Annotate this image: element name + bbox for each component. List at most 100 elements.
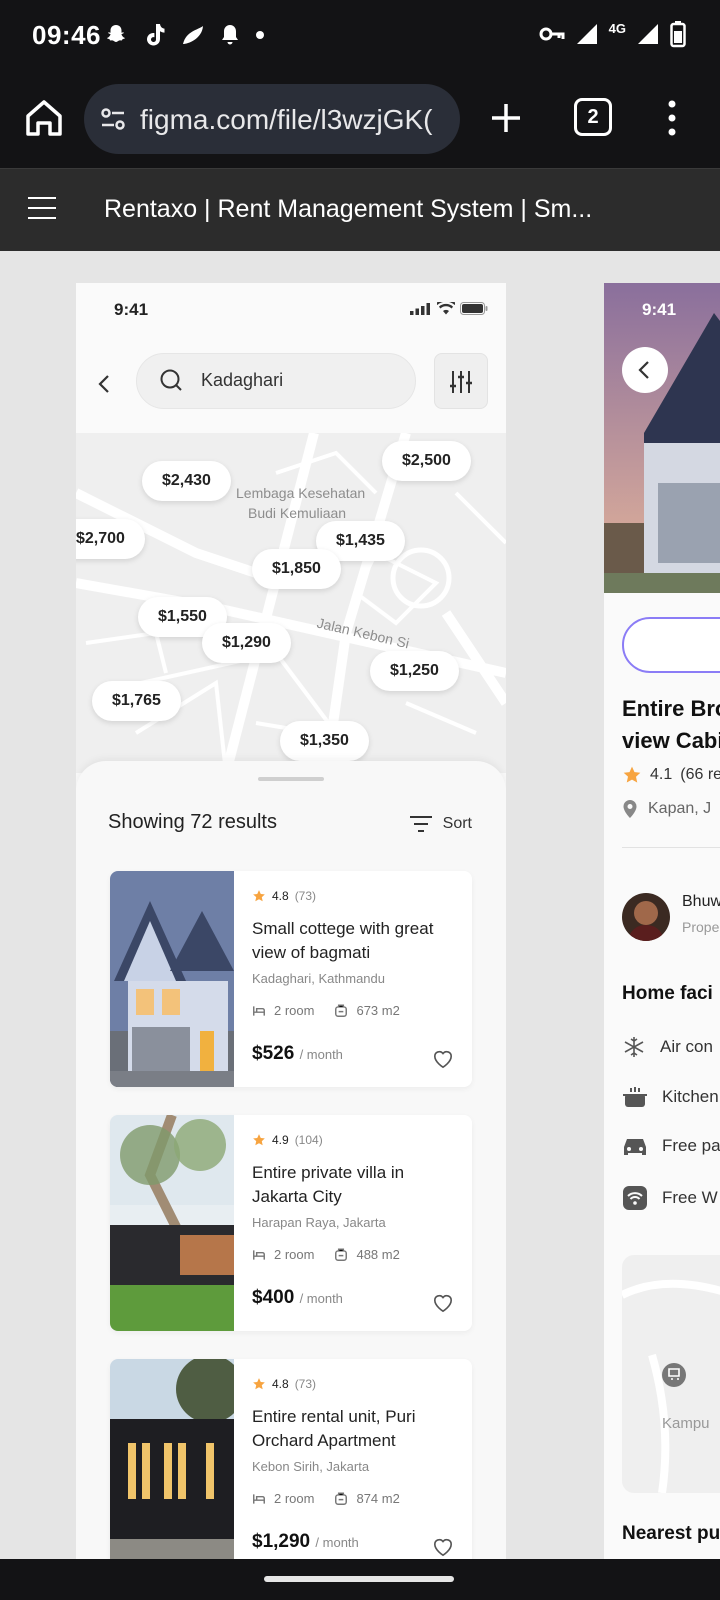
status-time: 09:46 xyxy=(32,20,101,50)
facility-item: Kitchen xyxy=(622,1085,719,1109)
listing-price: $1,290 xyxy=(252,1531,311,1552)
back-icon[interactable] xyxy=(94,369,114,399)
owner-role: Prope xyxy=(682,919,720,935)
property-title-line: view Cabi xyxy=(622,728,720,753)
vpn-key-icon xyxy=(539,27,565,41)
facilities-heading: Home faci xyxy=(622,983,713,1004)
divider xyxy=(622,847,720,848)
property-detail-frame[interactable]: 9:41 Entire Bro view Cabi 4.1 (66 re Kap… xyxy=(604,283,720,1559)
tiktok-icon xyxy=(147,24,165,46)
new-tab-icon[interactable] xyxy=(484,96,528,140)
sort-label: Sort xyxy=(442,815,472,832)
star-icon xyxy=(253,1378,265,1390)
home-gesture-handle[interactable] xyxy=(264,1576,454,1582)
area-icon xyxy=(335,1247,348,1261)
home-icon[interactable] xyxy=(22,96,66,140)
signal-icon xyxy=(576,24,597,44)
sort-button[interactable]: Sort xyxy=(409,815,472,833)
bed-icon xyxy=(253,1005,265,1016)
figma-canvas[interactable]: 9:41 Kadaghari Lembaga Kesehatan Budi Ke… xyxy=(0,251,720,1559)
menu-icon[interactable] xyxy=(28,197,56,221)
results-count: Showing 72 results xyxy=(108,811,277,833)
back-button[interactable] xyxy=(622,347,668,393)
bell-icon xyxy=(222,25,238,45)
tab-switcher-button[interactable]: 2 xyxy=(574,98,612,136)
price-pin[interactable]: $1,290 xyxy=(202,623,291,663)
url-text: figma.com/file/l3wzjGK( xyxy=(140,104,433,135)
price-pin[interactable]: $1,765 xyxy=(92,681,181,721)
property-title: Entire Bro view Cabi xyxy=(622,693,720,757)
url-bar[interactable]: figma.com/file/l3wzjGK( xyxy=(84,84,460,154)
listing-photo-apartment xyxy=(110,1359,234,1559)
battery-icon xyxy=(670,21,686,48)
price-pin[interactable]: $2,430 xyxy=(142,461,231,501)
sheet-drag-handle[interactable] xyxy=(258,777,324,781)
owner-photo xyxy=(622,893,670,941)
listing-card[interactable]: 4.8 (73) Entire rental unit, Puri Orchar… xyxy=(110,1359,472,1559)
facility-label: Free pa xyxy=(662,1136,720,1155)
android-status-bar: 09:46 4G xyxy=(0,0,720,70)
price-period: / month xyxy=(299,1291,343,1306)
listing-price: $400 xyxy=(252,1287,295,1308)
price-pin[interactable]: $1,250 xyxy=(370,651,459,691)
rating-value: 4.8 xyxy=(272,1377,289,1391)
sliders-icon xyxy=(450,371,472,393)
site-settings-icon[interactable] xyxy=(98,104,128,134)
car-icon xyxy=(624,1139,646,1155)
price-pin[interactable]: $1,850 xyxy=(252,549,341,589)
facility-item: Free pa xyxy=(622,1135,720,1157)
search-row: Kadaghari xyxy=(76,337,506,433)
area-icon xyxy=(335,1491,348,1505)
area-size: 488 m2 xyxy=(356,1247,400,1262)
dot-icon xyxy=(256,31,264,39)
rating-value: 4.1 xyxy=(650,766,673,783)
star-icon xyxy=(623,766,641,783)
facility-label: Kitchen xyxy=(662,1087,719,1106)
listing-location: Kadaghari, Kathmandu xyxy=(252,971,385,986)
bed-icon xyxy=(253,1493,265,1504)
listing-title: Entire rental unit, Puri Orchard Apartme… xyxy=(252,1407,416,1450)
room-count: 2 room xyxy=(274,1003,315,1018)
listing-photo-cottage xyxy=(110,871,234,1087)
map-label: Lembaga Kesehatan xyxy=(236,485,366,501)
tab-pill[interactable] xyxy=(622,617,720,673)
filter-button[interactable] xyxy=(434,353,488,409)
snapchat-icon xyxy=(107,25,125,42)
network-type: 4G xyxy=(608,20,626,36)
room-count: 2 room xyxy=(274,1491,315,1506)
browser-toolbar: figma.com/file/l3wzjGK( 2 xyxy=(0,70,720,168)
listing-title: Entire private villa in Jakarta City xyxy=(252,1163,405,1206)
favorite-icon[interactable] xyxy=(432,1293,454,1313)
search-value: Kadaghari xyxy=(201,370,284,390)
price-period: / month xyxy=(315,1535,359,1550)
price-pin[interactable]: $1,350 xyxy=(280,721,369,761)
search-results-frame[interactable]: 9:41 Kadaghari Lembaga Kesehatan Budi Ke… xyxy=(76,283,506,1559)
bed-icon xyxy=(253,1249,265,1260)
listing-card[interactable]: 4.9 (104) Entire private villa in Jakart… xyxy=(110,1115,472,1331)
frame-status-bar: 9:41 xyxy=(76,283,506,337)
listing-card[interactable]: 4.8 (73) Small cottege with great view o… xyxy=(110,871,472,1087)
map-view[interactable]: Lembaga Kesehatan Budi Kemuliaan Jalan K… xyxy=(76,433,506,773)
favorite-icon[interactable] xyxy=(432,1537,454,1557)
battery-icon xyxy=(460,302,488,315)
facility-label: Air con xyxy=(660,1037,713,1056)
search-input[interactable]: Kadaghari xyxy=(136,353,416,409)
price-pin[interactable]: $2,700 xyxy=(76,519,145,559)
location-map[interactable]: Kampu xyxy=(622,1255,720,1493)
facility-label: Free W xyxy=(662,1188,718,1207)
location-pin-icon xyxy=(623,800,637,818)
map-roads xyxy=(622,1279,720,1493)
favorite-icon[interactable] xyxy=(432,1049,454,1069)
frame-status-time: 9:41 xyxy=(114,300,149,319)
listing-location: Harapan Raya, Jakarta xyxy=(252,1215,386,1230)
signal-icon xyxy=(638,24,658,44)
price-pin[interactable]: $2,500 xyxy=(382,441,471,481)
file-title: Rentaxo | Rent Management System | Sm... xyxy=(104,195,593,223)
pot-icon xyxy=(623,1087,647,1107)
price-period: / month xyxy=(299,1047,343,1062)
results-sheet: Showing 72 results Sort 4.8 (73) Small c… xyxy=(76,761,506,1559)
search-icon xyxy=(160,369,182,391)
avatar[interactable] xyxy=(622,893,670,941)
area-size: 673 m2 xyxy=(356,1003,400,1018)
more-options-icon[interactable] xyxy=(664,96,680,140)
